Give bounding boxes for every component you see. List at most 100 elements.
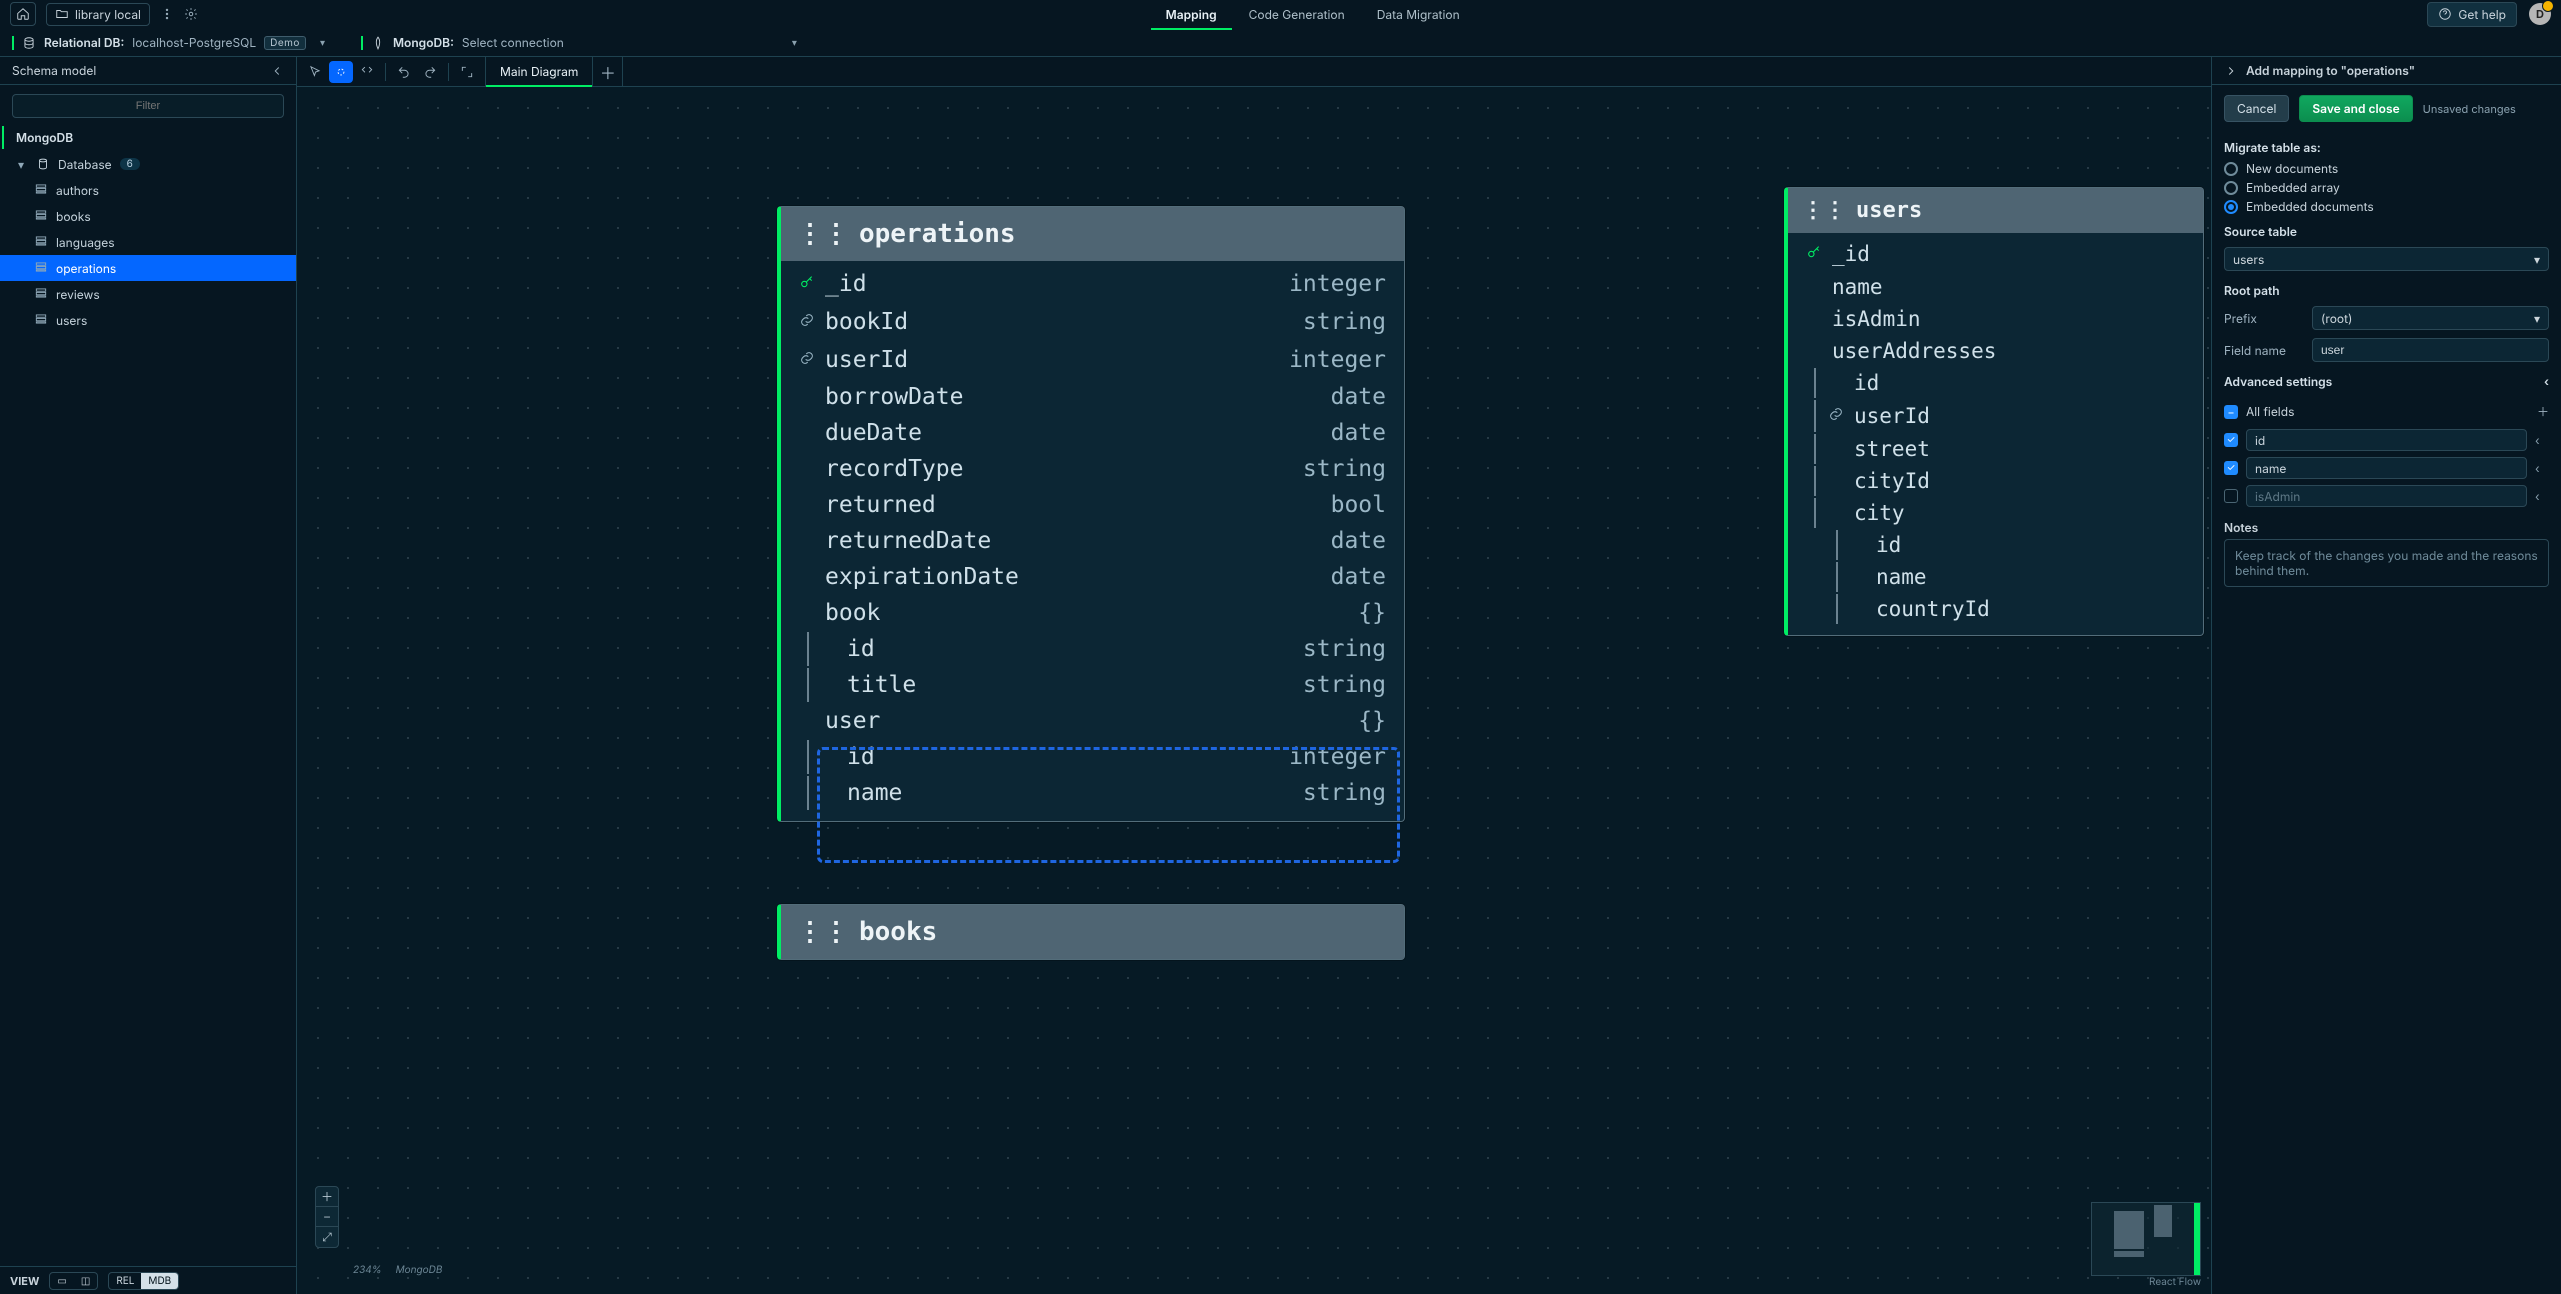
- zoom-in-button[interactable]: ＋: [316, 1187, 338, 1207]
- mapping-field-name[interactable]: isAdmin: [2246, 485, 2527, 507]
- avatar[interactable]: D: [2529, 3, 2551, 25]
- schema-field-row[interactable]: cityId: [1788, 465, 2203, 497]
- schema-tree: ▾ Database 6 authors books languagesoperat…: [0, 149, 296, 341]
- zoom-fit-button[interactable]: ⤢: [316, 1227, 338, 1247]
- tree-item-languages[interactable]: languages: [0, 229, 296, 255]
- tree-item-operations[interactable]: operations: [0, 255, 296, 281]
- schema-field-row[interactable]: user{}: [781, 703, 1404, 739]
- schema-field-row[interactable]: userId: [1788, 399, 2203, 433]
- source-table-select[interactable]: users ▾: [2224, 247, 2549, 271]
- mapping-field-name[interactable]: id: [2246, 429, 2527, 451]
- diagram-canvas[interactable]: ⋮⋮ operations _idintegerbookIdstringuser…: [297, 87, 2211, 1294]
- save-and-close-button[interactable]: Save and close: [2299, 95, 2412, 122]
- tree-item-users[interactable]: users: [0, 307, 296, 333]
- more-vert-icon[interactable]: [160, 7, 174, 21]
- node-users-header[interactable]: ⋮⋮ users: [1788, 188, 2203, 233]
- schema-field-row[interactable]: userAddresses: [1788, 335, 2203, 367]
- fieldname-input[interactable]: [2312, 338, 2549, 362]
- tool-select[interactable]: [329, 61, 353, 83]
- schema-field-row[interactable]: returnedDatedate: [781, 523, 1404, 559]
- schema-field-row[interactable]: titlestring: [781, 667, 1404, 703]
- schema-field-row[interactable]: returnedbool: [781, 487, 1404, 523]
- chevron-left-icon[interactable]: ‹: [2535, 489, 2549, 504]
- get-help-button[interactable]: Get help: [2427, 2, 2517, 27]
- node-books-header[interactable]: ⋮⋮ books: [781, 905, 1404, 959]
- schema-field-row[interactable]: _idinteger: [781, 265, 1404, 303]
- node-books[interactable]: ⋮⋮ books: [777, 904, 1405, 960]
- node-users[interactable]: ⋮⋮ users _idnameisAdminuserAddressesidus…: [1784, 187, 2204, 636]
- schema-field-row[interactable]: street: [1788, 433, 2203, 465]
- migrate-option-embedded-array[interactable]: Embedded array: [2212, 178, 2561, 197]
- schema-field-row[interactable]: name: [1788, 561, 2203, 593]
- schema-field-row[interactable]: namestring: [781, 775, 1404, 811]
- schema-field-row[interactable]: expirationDatedate: [781, 559, 1404, 595]
- migrate-option-new-documents[interactable]: New documents: [2212, 159, 2561, 178]
- tab-mapping[interactable]: Mapping: [1150, 0, 1233, 29]
- sidebar-footer: VIEW ▭ ◫ REL MDB: [0, 1266, 296, 1294]
- tree-item-books[interactable]: books: [0, 203, 296, 229]
- mongodb-selector[interactable]: MongoDB: Select connection ▾: [361, 35, 797, 50]
- zoom-out-button[interactable]: −: [316, 1207, 338, 1227]
- chevron-left-icon: ‹: [2544, 374, 2549, 389]
- add-diagram-tab[interactable]: ＋: [593, 57, 623, 86]
- collapse-sidebar-icon[interactable]: [270, 64, 284, 78]
- all-fields-checkbox[interactable]: −: [2224, 405, 2238, 419]
- schema-field-row[interactable]: city: [1788, 497, 2203, 529]
- prefix-select[interactable]: (root) ▾: [2312, 306, 2549, 330]
- schema-field-row[interactable]: name: [1788, 271, 2203, 303]
- tree-item-label: books: [56, 209, 91, 224]
- notes-textarea[interactable]: Keep track of the changes you made and t…: [2224, 539, 2549, 587]
- schema-field-type: string: [1303, 632, 1386, 666]
- tree-item-reviews[interactable]: reviews: [0, 281, 296, 307]
- schema-field-row[interactable]: id: [1788, 529, 2203, 561]
- field-checkbox[interactable]: [2224, 489, 2238, 503]
- tree-root-database[interactable]: ▾ Database 6: [0, 151, 296, 177]
- chevron-right-icon[interactable]: [2224, 64, 2238, 78]
- field-checkbox[interactable]: ✓: [2224, 461, 2238, 475]
- schema-field-row[interactable]: borrowDatedate: [781, 379, 1404, 415]
- schema-field-name: title: [847, 668, 916, 702]
- schema-field-row[interactable]: recordTypestring: [781, 451, 1404, 487]
- project-chip[interactable]: library local: [46, 3, 150, 26]
- schema-field-row[interactable]: idstring: [781, 631, 1404, 667]
- tab-migration[interactable]: Data Migration: [1361, 0, 1476, 29]
- mapping-field-name[interactable]: name: [2246, 457, 2527, 479]
- schema-field-row[interactable]: bookIdstring: [781, 303, 1404, 341]
- schema-field-row[interactable]: idinteger: [781, 739, 1404, 775]
- cancel-button[interactable]: Cancel: [2224, 95, 2289, 122]
- node-users-body: _idnameisAdminuserAddressesiduserIdstree…: [1788, 233, 2203, 635]
- schema-field-row[interactable]: isAdmin: [1788, 303, 2203, 335]
- tool-undo[interactable]: [392, 61, 416, 83]
- tree-item-authors[interactable]: authors: [0, 177, 296, 203]
- schema-field-row[interactable]: dueDatedate: [781, 415, 1404, 451]
- add-field-icon[interactable]: ＋: [2537, 403, 2549, 420]
- migrate-option-embedded-documents[interactable]: Embedded documents: [2212, 197, 2561, 216]
- schema-field-row[interactable]: book{}: [781, 595, 1404, 631]
- minimap[interactable]: [2091, 1202, 2201, 1276]
- view-db-toggle[interactable]: REL MDB: [108, 1272, 179, 1290]
- view-layout-toggle[interactable]: ▭ ◫: [49, 1272, 98, 1290]
- chevron-left-icon[interactable]: ‹: [2535, 433, 2549, 448]
- tool-pan[interactable]: [355, 61, 379, 83]
- field-checkbox[interactable]: ✓: [2224, 433, 2238, 447]
- tool-pointer[interactable]: [303, 61, 327, 83]
- home-button[interactable]: [10, 2, 36, 26]
- node-operations-header[interactable]: ⋮⋮ operations: [781, 207, 1404, 261]
- tab-codegen[interactable]: Code Generation: [1233, 0, 1361, 29]
- schema-field-row[interactable]: id: [1788, 367, 2203, 399]
- node-operations[interactable]: ⋮⋮ operations _idintegerbookIdstringuser…: [777, 206, 1405, 822]
- chevron-left-icon[interactable]: ‹: [2535, 461, 2549, 476]
- chevron-down-icon: ▾: [320, 37, 325, 49]
- schema-field-row[interactable]: countryId: [1788, 593, 2203, 625]
- gear-icon[interactable]: [184, 7, 198, 21]
- collection-icon: [34, 260, 48, 277]
- diagram-tab-main[interactable]: Main Diagram: [486, 57, 593, 86]
- schema-filter-input[interactable]: [12, 94, 284, 118]
- tool-redo[interactable]: [418, 61, 442, 83]
- advanced-settings-toggle[interactable]: Advanced settings ‹: [2212, 366, 2561, 397]
- tool-expand[interactable]: [455, 61, 479, 83]
- schema-field-name: name: [1876, 562, 1927, 592]
- schema-field-row[interactable]: _id: [1788, 237, 2203, 271]
- schema-field-row[interactable]: userIdinteger: [781, 341, 1404, 379]
- relational-db-selector[interactable]: Relational DB: localhost-PostgreSQL Demo…: [12, 35, 325, 50]
